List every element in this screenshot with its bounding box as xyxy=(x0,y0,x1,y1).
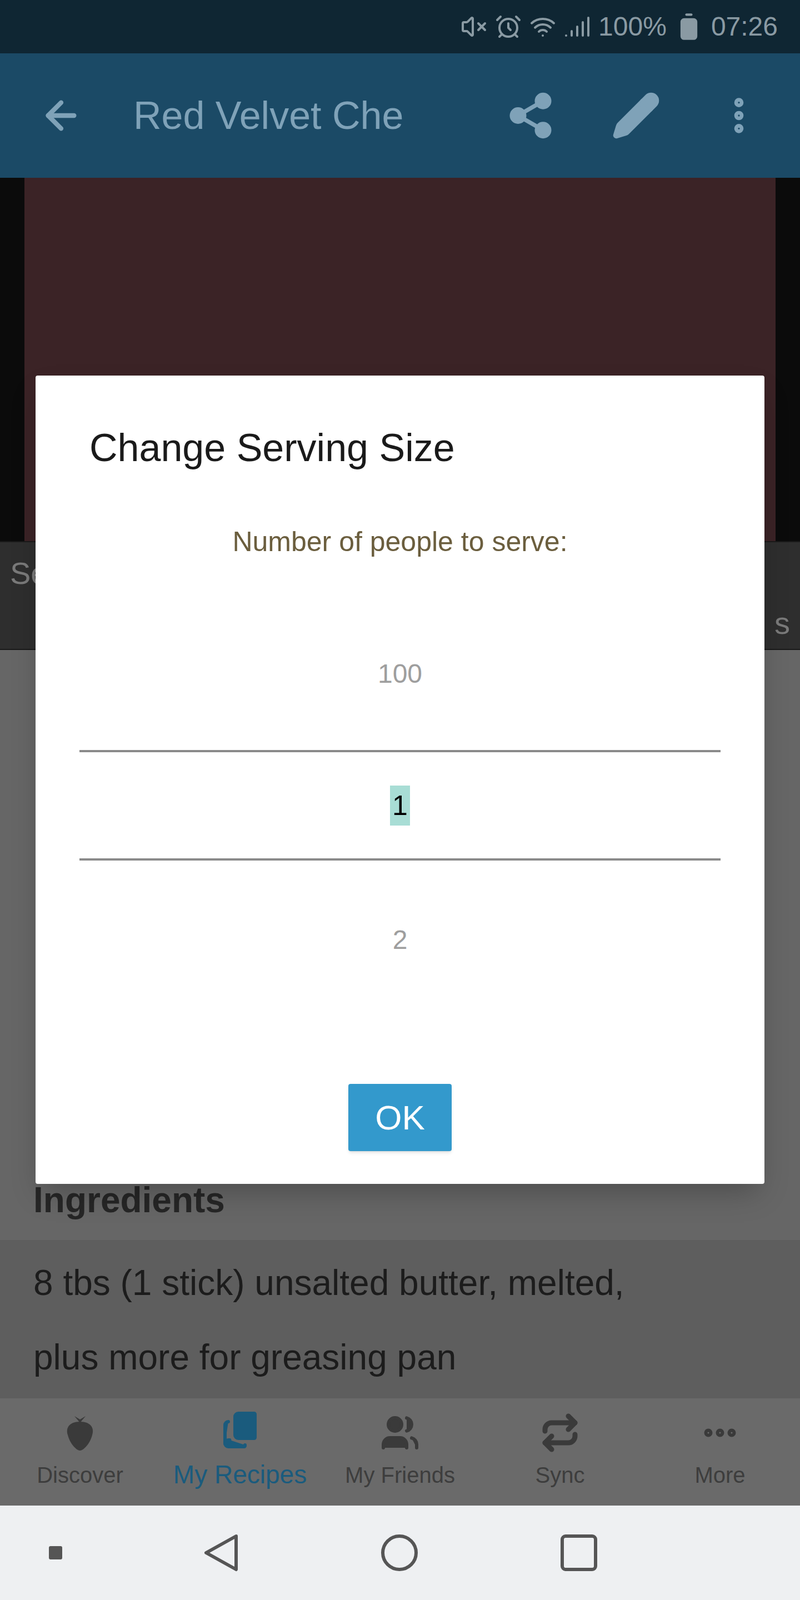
screen: 100%07:26Red Velvet CheSesIngredients8 t… xyxy=(0,0,800,1600)
dialog-title: Change Serving Size xyxy=(35,424,765,472)
mute-icon xyxy=(460,13,488,40)
strip-right: s xyxy=(774,600,790,647)
bottom-nav: DiscoverMy RecipesMy FriendsSyncMore xyxy=(0,1398,800,1506)
signal-icon xyxy=(563,13,591,40)
books-icon xyxy=(220,1410,260,1450)
picker-selected[interactable]: 1 xyxy=(79,750,721,861)
picker-value[interactable]: 1 xyxy=(390,785,410,826)
wifi-icon xyxy=(529,13,557,40)
nav-item[interactable]: Sync xyxy=(480,1398,640,1506)
nav-item[interactable]: My Recipes xyxy=(160,1398,320,1506)
status-bar: 100% 07:26 xyxy=(0,0,800,54)
nav-item[interactable]: More xyxy=(640,1398,800,1506)
dialog-prompt: Number of people to serve: xyxy=(35,525,765,559)
pencil-icon[interactable] xyxy=(611,90,662,141)
section-heading: Ingredients xyxy=(0,1177,800,1223)
clock: 07:26 xyxy=(711,6,778,47)
home-icon[interactable] xyxy=(379,1532,420,1573)
serving-dialog: Change Serving Size Number of people to s… xyxy=(35,375,765,1184)
ingredient-line: plus more for greasing pan xyxy=(33,1320,767,1395)
nav-item[interactable]: My Friends xyxy=(320,1398,480,1506)
battery-level: 100% xyxy=(598,6,667,47)
recents-icon[interactable] xyxy=(560,1533,598,1572)
menu-icon[interactable] xyxy=(716,93,762,138)
friends-icon xyxy=(380,1412,420,1453)
strawberry-icon xyxy=(62,1412,98,1453)
nav-item[interactable]: Discover xyxy=(0,1398,160,1506)
more-icon xyxy=(700,1412,740,1453)
dot-icon xyxy=(48,1546,63,1560)
picker-option[interactable]: 2 xyxy=(35,903,765,977)
back-nav-icon[interactable] xyxy=(202,1532,240,1573)
ok-button[interactable]: OK xyxy=(348,1083,452,1152)
app-bar-title: Red Velvet Che xyxy=(133,86,456,145)
sync-icon xyxy=(540,1412,580,1453)
share-icon[interactable] xyxy=(505,90,556,141)
ingredients-list: 8 tbs (1 stick) unsalted butter, melted,… xyxy=(0,1240,800,1399)
back-icon[interactable] xyxy=(38,93,84,138)
picker-option[interactable]: 100 xyxy=(35,637,765,710)
battery-icon xyxy=(674,12,704,42)
app-bar: Red Velvet Che xyxy=(0,53,800,178)
system-nav xyxy=(0,1505,800,1600)
number-picker[interactable]: 100 1 2 xyxy=(35,637,765,977)
ingredient-line: 8 tbs (1 stick) unsalted butter, melted, xyxy=(33,1245,767,1320)
alarm-icon xyxy=(495,13,522,40)
